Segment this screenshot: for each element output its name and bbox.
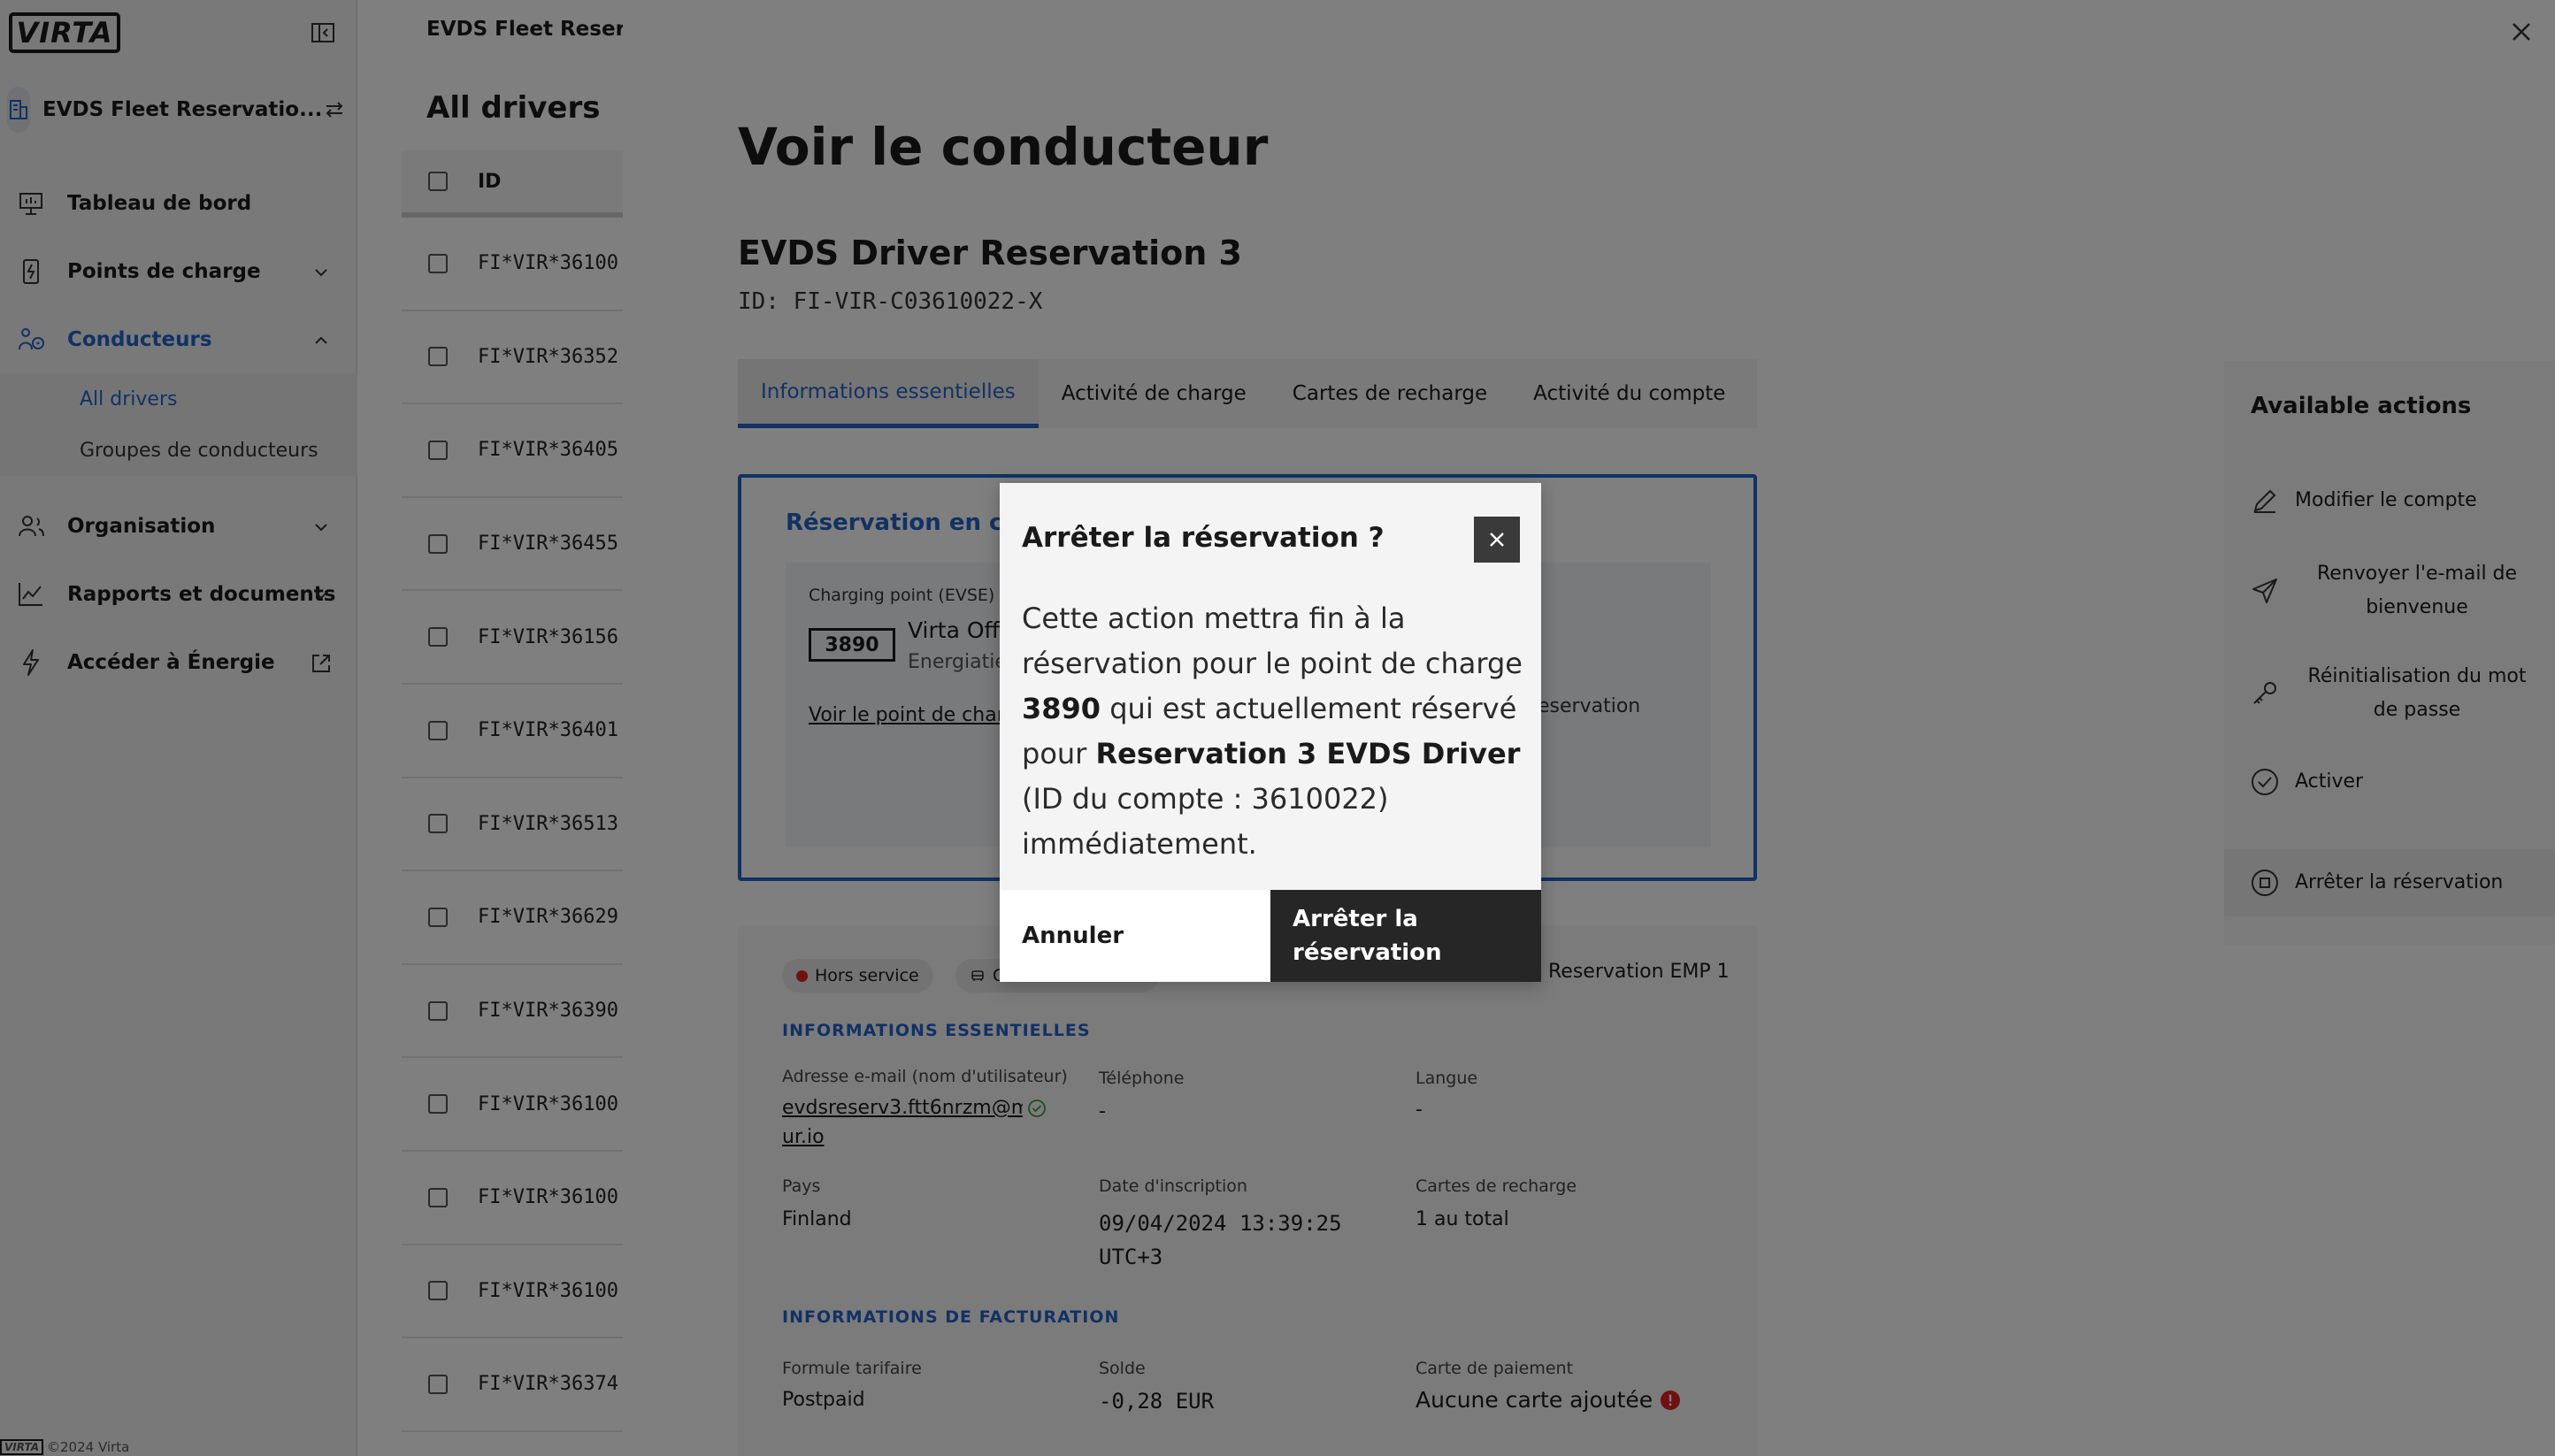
cancel-button[interactable]: Annuler [1000,890,1270,982]
confirm-stop-reservation-button[interactable]: Arrêter la réservation [1270,890,1541,982]
dialog-message-part1: Cette action mettra fin à la réservation… [1022,602,1523,680]
dialog-charging-point-id: 3890 [1022,692,1101,725]
dialog-title: Arrêter la réservation ? [1022,522,1385,554]
stop-reservation-dialog: Arrêter la réservation ? Cette action me… [1000,483,1541,982]
dialog-message-part3: (ID du compte : 3610022) immédiatement. [1022,782,1389,861]
dialog-close-icon[interactable] [1474,517,1520,563]
dialog-message: Cette action mettra fin à la réservation… [1022,596,1528,867]
dialog-driver-name: Reservation 3 EVDS Driver [1095,737,1521,770]
